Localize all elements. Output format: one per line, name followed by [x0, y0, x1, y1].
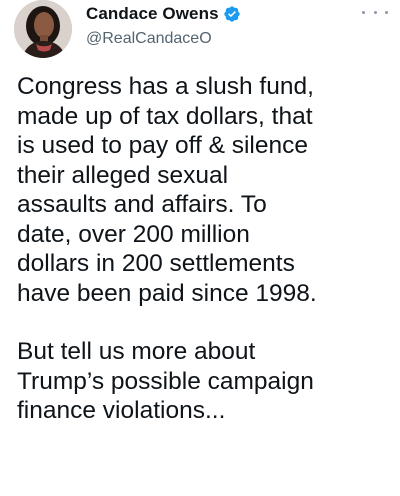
tweet-line: Trump’s possible campaign	[17, 367, 314, 395]
profile-photo-icon	[14, 0, 72, 58]
tweet-paragraph: But tell us more about Trump’s possible …	[17, 337, 395, 426]
tweet-card: Candace Owens @RealCandaceO Congress has…	[0, 0, 400, 496]
author-display-name[interactable]: Candace Owens	[86, 4, 219, 24]
more-options-icon[interactable]	[362, 4, 388, 20]
tweet-line: date, over 200 million	[17, 220, 250, 248]
more-options-dot	[362, 10, 365, 14]
tweet-line: finance violations...	[17, 397, 226, 424]
avatar[interactable]	[14, 0, 72, 58]
verified-badge-icon	[223, 5, 241, 23]
more-options-dot	[385, 10, 388, 14]
tweet-line: Congress has a slush fund,	[17, 73, 314, 100]
tweet-line: is used to pay off & silence	[17, 132, 308, 159]
tweet-line: assaults and affairs. To	[17, 191, 267, 218]
tweet-line: But tell us more about	[17, 338, 256, 365]
more-options-dot	[373, 10, 377, 14]
author-name-row[interactable]: Candace Owens	[86, 3, 241, 25]
author-handle[interactable]: @RealCandaceO	[86, 30, 212, 48]
tweet-text: Congress has a slush fund, made up of ta…	[17, 72, 395, 426]
tweet-line: dollars in 200 settlements	[17, 250, 295, 277]
tweet-paragraph: Congress has a slush fund, made up of ta…	[17, 72, 395, 308]
tweet-line: have been paid since 1998.	[17, 279, 317, 307]
tweet-line: their alleged sexual	[17, 161, 229, 189]
tweet-line: made up of tax dollars, that	[17, 102, 313, 130]
